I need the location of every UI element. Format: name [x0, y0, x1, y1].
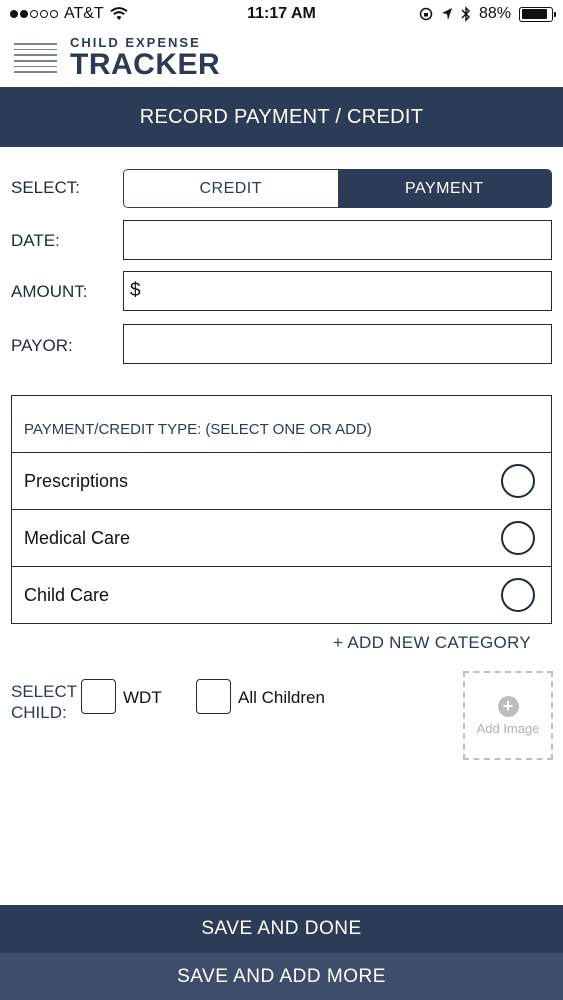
date-label: DATE:: [11, 231, 60, 250]
select-child-label-line1: SELECT: [11, 682, 78, 701]
child-label-wdt: WDT: [123, 688, 162, 707]
category-header: PAYMENT/CREDIT TYPE: (SELECT ONE OR ADD): [12, 396, 551, 453]
category-item-label: Prescriptions: [24, 470, 129, 491]
orientation-lock-icon: [419, 7, 433, 21]
select-label: SELECT:: [11, 178, 80, 197]
radio-button[interactable]: [501, 578, 535, 612]
type-segmented-control: CREDIT PAYMENT: [123, 169, 552, 208]
plus-icon: +: [497, 695, 519, 717]
battery-percent: 88%: [478, 5, 511, 22]
category-list: PAYMENT/CREDIT TYPE: (SELECT ONE OR ADD)…: [11, 395, 552, 624]
category-item-medical-care[interactable]: Medical Care: [12, 510, 551, 567]
location-arrow-icon: [441, 8, 452, 20]
select-child-label: SELECT CHILD:: [11, 681, 77, 723]
radio-button[interactable]: [501, 464, 535, 498]
amount-field-wrapper: $: [123, 271, 552, 311]
page-title: RECORD PAYMENT / CREDIT: [139, 105, 424, 128]
checkbox-child-wdt[interactable]: [81, 679, 116, 714]
category-item-prescriptions[interactable]: Prescriptions: [12, 453, 551, 510]
add-image-button[interactable]: + Add Image: [463, 671, 553, 760]
amount-field[interactable]: [140, 272, 551, 310]
save-and-add-more-label: SAVE AND ADD MORE: [177, 965, 386, 987]
add-image-label: Add Image: [476, 720, 540, 736]
app-header: CHILD EXPENSE TRACKER: [0, 30, 563, 87]
amount-label: AMOUNT:: [11, 282, 88, 301]
category-item-label: Medical Care: [24, 527, 131, 548]
save-and-done-button[interactable]: SAVE AND DONE: [0, 905, 563, 953]
app-logo: CHILD EXPENSE TRACKER: [70, 36, 220, 80]
hamburger-menu-icon[interactable]: [14, 43, 57, 73]
status-left: AT&T: [10, 5, 128, 23]
category-item-child-care[interactable]: Child Care: [12, 567, 551, 623]
status-bar: AT&T 11:17 AM 88%: [0, 0, 563, 30]
page-title-bar: RECORD PAYMENT / CREDIT: [0, 87, 563, 147]
currency-prefix: $: [130, 280, 141, 301]
payor-field[interactable]: [123, 324, 552, 364]
bluetooth-icon: [461, 6, 470, 22]
segment-credit[interactable]: CREDIT: [124, 170, 338, 207]
save-and-add-more-button[interactable]: SAVE AND ADD MORE: [0, 953, 563, 1000]
child-label-all-children: All Children: [238, 688, 325, 707]
add-new-category-link[interactable]: + ADD NEW CATEGORY: [333, 633, 531, 653]
status-right: 88%: [419, 5, 556, 23]
select-child-label-line2: CHILD:: [11, 703, 67, 722]
battery-icon: [519, 6, 556, 22]
logo-main-text: TRACKER: [70, 48, 221, 81]
payor-label: PAYOR:: [11, 336, 73, 355]
category-item-label: Child Care: [24, 584, 110, 605]
radio-button[interactable]: [501, 521, 535, 555]
date-field[interactable]: [123, 220, 552, 260]
wifi-icon: [110, 7, 128, 20]
segment-payment[interactable]: PAYMENT: [337, 170, 551, 207]
save-and-done-label: SAVE AND DONE: [201, 918, 362, 939]
battery-fill: [521, 9, 548, 19]
carrier-name: AT&T: [64, 5, 104, 22]
signal-strength-icon: [10, 10, 58, 18]
checkbox-all-children[interactable]: [196, 679, 231, 714]
